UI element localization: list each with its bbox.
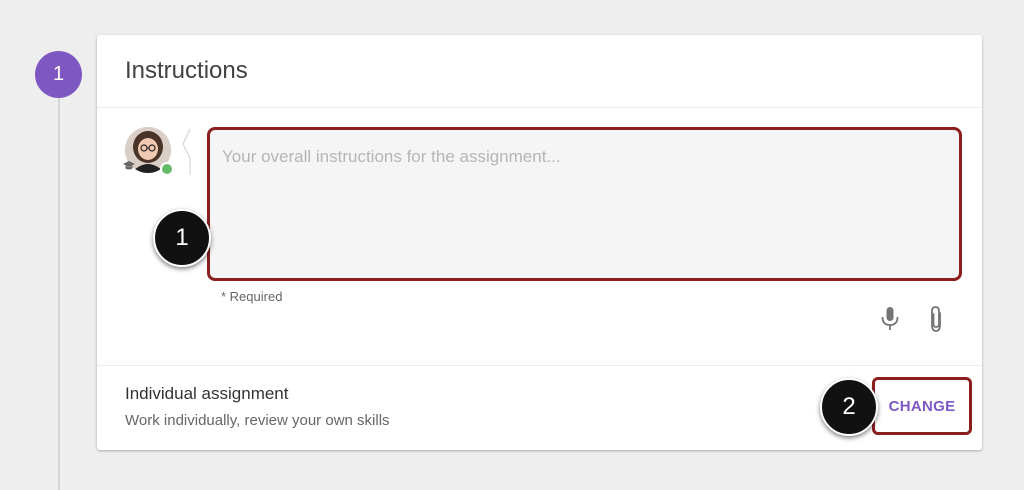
speech-bubble-tail (182, 128, 191, 175)
callout-marker-2: 2 (820, 378, 878, 436)
graduation-cap-icon (122, 159, 136, 173)
assignment-type-title: Individual assignment (125, 384, 289, 403)
assignment-type-description: Work individually, review your own skill… (125, 412, 390, 429)
footer-divider (97, 365, 982, 366)
change-assignment-type-button[interactable]: CHANGE (872, 377, 972, 435)
microphone-icon[interactable] (879, 306, 901, 332)
paperclip-icon[interactable] (925, 305, 947, 333)
required-note: * Required (221, 289, 283, 304)
header-divider (97, 107, 982, 108)
instructions-input[interactable] (210, 130, 959, 278)
step-connector-line (58, 98, 60, 490)
step-number-badge: 1 (35, 51, 82, 98)
card-title: Instructions (125, 57, 248, 84)
callout-marker-1: 1 (153, 209, 211, 267)
instructions-field-wrapper (207, 127, 962, 281)
online-status-dot (160, 162, 174, 176)
